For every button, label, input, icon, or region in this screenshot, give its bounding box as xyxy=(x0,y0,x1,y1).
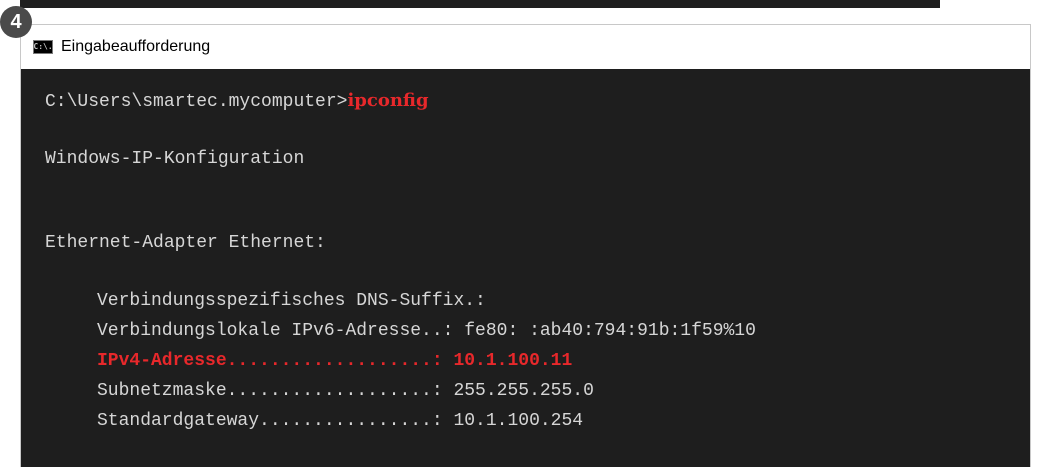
console-output[interactable]: C:\Users\smartec.mycomputer>ipconfig Win… xyxy=(21,69,1030,468)
gateway-line: Standardgateway................: 10.1.10… xyxy=(97,411,584,431)
dns-suffix-line: Verbindungsspezifisches DNS-Suffix.: xyxy=(97,291,486,311)
prompt-text: C:\Users\smartec.mycomputer> xyxy=(45,92,348,112)
ipv4-line: IPv4-Adresse...................: 10.1.10… xyxy=(97,351,573,371)
prompt-line: C:\Users\smartec.mycomputer>ipconfig xyxy=(45,89,429,114)
subnet-line: Subnetzmaske...................: 255.255… xyxy=(97,381,594,401)
command-text: ipconfig xyxy=(347,90,429,111)
top-strip xyxy=(20,0,940,8)
title-bar[interactable]: C:\. Eingabeaufforderung xyxy=(21,25,1030,69)
window-title: Eingabeaufforderung xyxy=(61,38,211,55)
adapter-line: Ethernet-Adapter Ethernet: xyxy=(45,233,326,253)
command-prompt-window: C:\. Eingabeaufforderung C:\Users\smarte… xyxy=(20,24,1031,467)
console-app-icon: C:\. xyxy=(33,40,53,54)
heading-line: Windows-IP-Konfiguration xyxy=(45,149,305,169)
step-badge: 4 xyxy=(0,6,32,38)
console-app-icon-glyph: C:\. xyxy=(33,42,53,51)
ipv6-line: Verbindungslokale IPv6-Adresse..: fe80: … xyxy=(97,321,756,341)
